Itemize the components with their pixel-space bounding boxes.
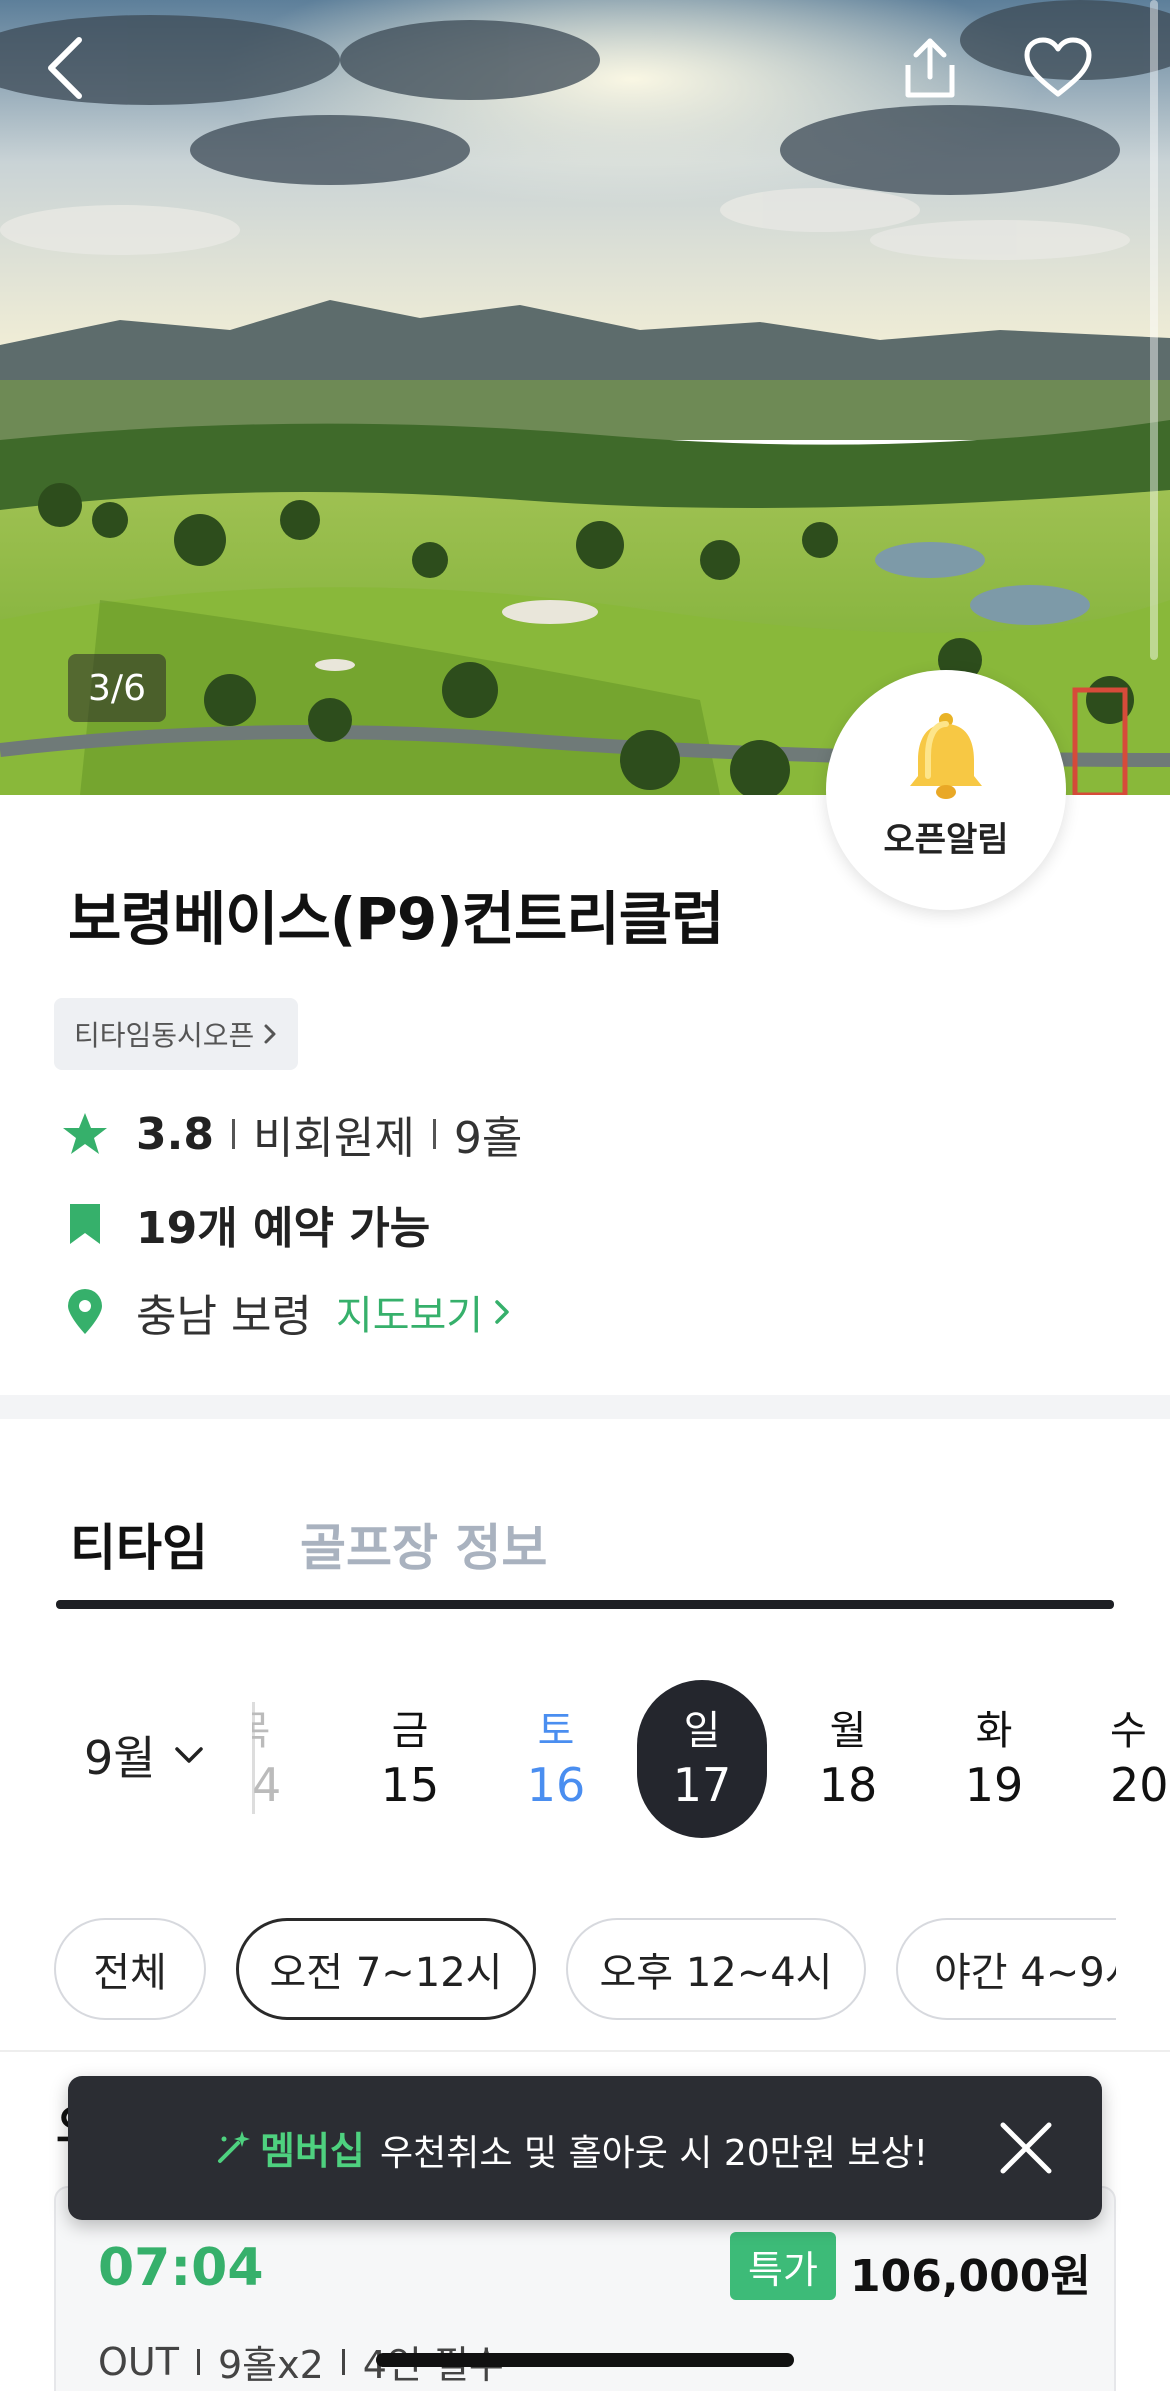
rating-value: 3.8 [136,1108,214,1160]
slot-holes: 9홀x2 [217,2343,324,2387]
date-item[interactable]: 수 20 [1110,1680,1170,1838]
open-alert-button[interactable]: 오픈알림 [826,670,1066,910]
bookmark-icon [60,1199,110,1249]
heart-icon [1024,37,1091,97]
section-divider [0,1395,1170,1419]
date-item[interactable]: 토 16 [491,1680,621,1838]
separator [432,1119,436,1149]
back-button[interactable] [30,28,100,108]
date-item[interactable]: 월 18 [783,1680,913,1838]
date-item[interactable]: 화 19 [929,1680,1059,1838]
month-label: 9월 [84,1731,156,1785]
separator [231,1119,235,1149]
star-icon [60,1109,110,1159]
date-weekday: 금 [391,1708,429,1754]
membership-toast[interactable]: 멤버십 우천취소 및 홀아웃 시 20만원 보상! [68,2076,1102,2220]
date-weekday: 화 [975,1708,1013,1754]
availability-row: 19개 예약 가능 [60,1192,430,1256]
share-button[interactable] [890,28,970,108]
date-day: 16 [526,1758,586,1812]
slot-price: 106,000원 [850,2251,1091,2302]
location-pin-icon [60,1287,110,1337]
date-day: 17 [672,1758,732,1812]
date-weekday: 목 [233,1708,271,1754]
slot-course: OUT [98,2339,179,2384]
separator [196,2348,200,2375]
chevron-left-icon [48,37,82,99]
simultaneous-open-chip[interactable]: 티타임동시오픈 [54,998,299,1070]
location-text: 충남 보령 [136,1291,312,1342]
bell-icon [910,712,982,799]
tab-course-info[interactable]: 골프장 정보 [300,1508,547,1580]
date-day: 20 [1110,1758,1169,1812]
date-day: 19 [964,1758,1024,1812]
toast-brand: 멤버십 [214,2120,365,2175]
special-price-badge: 특가 [730,2232,836,2300]
chevron-down-icon [174,1747,203,1763]
open-alert-label: 오픈알림 [883,819,1009,860]
date-weekday: 월 [829,1708,867,1754]
magic-wand-icon [218,2130,250,2163]
date-item-selected[interactable]: 일 17 [637,1680,767,1838]
toast-brand-label: 멤버십 [260,2129,365,2173]
tab-teetime[interactable]: 티타임 [70,1508,208,1580]
toast-close-button[interactable] [988,2110,1064,2186]
hero-image[interactable]: 3/6 [0,0,1170,795]
chevron-right-icon [264,1024,276,1044]
close-icon [1000,2122,1052,2174]
golf-course-photo [0,0,1170,795]
date-item[interactable]: 금 15 [345,1680,475,1838]
date-day: 14 [222,1758,282,1812]
chevron-right-icon [495,1300,509,1324]
slot-time: 07:04 [98,2238,264,2298]
date-weekday: 수 [1110,1708,1147,1754]
toast-message: 우천취소 및 홀아웃 시 20만원 보상! [380,2133,929,2174]
filter-divider [0,2050,1170,2052]
share-icon [905,38,955,98]
filter-all[interactable]: 전체 [54,1918,206,2020]
filter-night[interactable]: 야간 4~9시 [896,1918,1116,2020]
chip-label: 티타임동시오픈 [74,1019,255,1052]
map-link-label: 지도보기 [335,1293,484,1339]
availability-text: 19개 예약 가능 [136,1203,431,1254]
location-row: 충남 보령 지도보기 [60,1280,511,1344]
date-day: 18 [818,1758,878,1812]
map-link[interactable]: 지도보기 [336,1283,511,1341]
hole-count: 9홀 [453,1113,523,1164]
membership-type: 비회원제 [252,1113,415,1164]
date-item[interactable]: 목 14 [212,1680,292,1838]
scroll-indicator [1150,0,1158,660]
date-day: 15 [380,1758,440,1812]
separator [341,2348,345,2375]
filter-afternoon[interactable]: 오후 12~4시 [566,1918,866,2020]
rating-row: 3.8 비회원제 9홀 [60,1102,522,1166]
photo-counter: 3/6 [68,654,166,722]
month-selector[interactable]: 9월 [84,1722,204,1788]
date-weekday: 토 [537,1708,575,1754]
favorite-button[interactable] [1015,28,1100,108]
date-weekday: 일 [683,1708,721,1754]
tab-underline [56,1600,1114,1609]
home-indicator[interactable] [376,2353,794,2367]
course-name: 보령베이스(P9)컨트리클럽 [68,885,724,953]
filter-morning[interactable]: 오전 7~12시 [236,1918,536,2020]
